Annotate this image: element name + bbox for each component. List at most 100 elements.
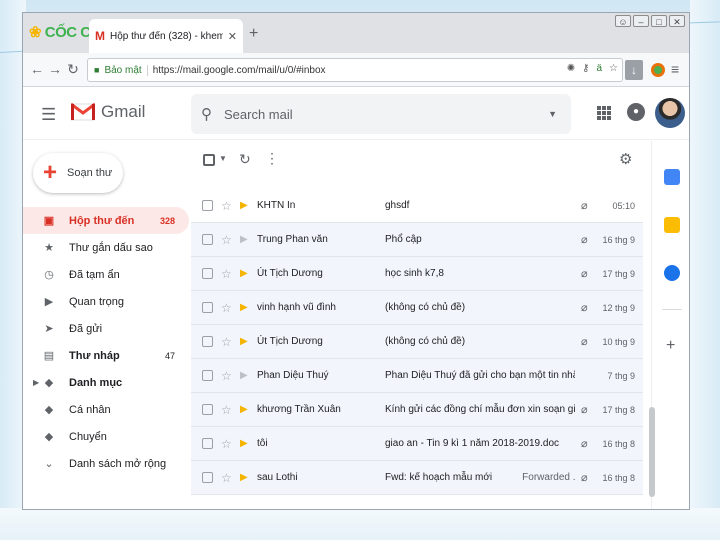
sidebar-item[interactable]: ◷ Đã tạm ẩn [23,261,189,288]
sidebar-item[interactable]: ⌄ Danh sách mở rộng [23,450,189,477]
download-icon[interactable]: ↓ [625,60,643,80]
sidebar-item[interactable]: ◆ Chuyển [23,423,189,450]
email-row[interactable]: ☆ ▶ Trung Phan văn Phổ cập ⌀ 16 thg 9 [191,223,643,257]
email-subject: giao an - Tin 9 kì 1 năm 2018-2019.doc [385,427,575,461]
reload-icon[interactable]: ↻ [65,61,81,78]
important-marker-icon[interactable]: ▶ [240,427,248,461]
important-marker-icon[interactable]: ▶ [240,189,248,223]
search-bar[interactable]: ⚲ Search mail ▼ [191,94,571,134]
search-options-icon[interactable]: ▼ [548,109,557,119]
row-checkbox[interactable] [202,438,213,449]
important-marker-icon[interactable]: ▶ [240,223,248,257]
compose-plus-icon: + [43,159,58,186]
browser-tab-gmail[interactable]: M Hộp thư đến (328) - khem ✕ [89,19,243,53]
maximize-button[interactable]: □ [651,15,667,27]
email-subject-text: Kính gửi các đồng chí mẫu đơn xin soạn g… [385,404,575,415]
row-checkbox[interactable] [202,404,213,415]
star-icon[interactable]: ☆ [221,359,232,393]
key-icon[interactable]: ⚷ [582,63,589,74]
sidebar-item[interactable]: ★ Thư gắn dấu sao [23,234,189,261]
inbox-icon: ▣ [43,215,55,227]
important-marker-icon[interactable]: ▶ [240,461,248,495]
browser-extension-icon[interactable] [651,63,665,77]
add-addon-icon[interactable]: + [666,337,675,355]
star-icon[interactable]: ☆ [221,291,232,325]
select-options-icon[interactable]: ▼ [219,154,227,163]
email-row[interactable]: ☆ ▶ Phan Diệu Thuý Phan Diệu Thuý đã gửi ch… [191,359,643,393]
email-subject: Phổ cập [385,223,575,257]
google-apps-icon[interactable] [597,106,611,120]
email-row[interactable]: ☆ ▶ tôi giao an - Tin 9 kì 1 năm 2018-2019.… [191,427,643,461]
important-marker-icon[interactable]: ▶ [240,393,248,427]
sidebar-item[interactable]: ➤ Đã gửi [23,315,189,342]
menu-icon[interactable]: ≡ [671,61,679,77]
email-row[interactable]: ☆ ▶ KHTN In ghsdf ⌀ 05:10 [191,189,643,223]
email-row[interactable]: ☆ ▶ khương Trần Xuân Kính gửi các đồng chí … [191,393,643,427]
sidebar-item[interactable]: ▶ Quan trọng [23,288,189,315]
more-options-icon[interactable]: ⋮ [265,150,279,167]
folder-list: ▣ Hộp thư đến 328 ★ Thư gắn dấu sao ◷ Đã tạm ẩ… [23,207,189,477]
star-icon[interactable]: ☆ [221,393,232,427]
search-input[interactable]: Search mail [224,107,536,122]
email-subject: học sinh k7,8 [385,257,575,291]
gmail-logo[interactable]: Gmail [71,102,145,122]
list-scrollbar[interactable] [649,407,655,497]
row-checkbox[interactable] [202,370,213,381]
list-toolbar: ▼ ↻ ⋮ ⚙ [191,141,641,181]
email-sender: Trung Phan văn [257,234,328,245]
tab-close-icon[interactable]: ✕ [228,30,237,43]
expand-caret-icon[interactable]: ▶ [33,378,39,387]
select-all-checkbox[interactable] [203,154,215,166]
translate-icon[interactable]: ä [596,63,602,74]
row-checkbox[interactable] [202,336,213,347]
address-bar[interactable]: ■ Bảo mật https://mail.google.com/mail/u… [87,58,623,82]
close-window-button[interactable]: ✕ [669,15,685,27]
clock-icon: ◷ [44,269,54,281]
sidebar-item[interactable]: ▣ Hộp thư đến 328 [23,207,189,234]
notifications-icon[interactable]: ● [627,103,645,121]
sidebar-item[interactable]: ▤ Thư nháp 47 [23,342,189,369]
avatar[interactable] [655,98,685,128]
sidebar-item[interactable]: ▶ ◆ Danh mục [23,369,189,396]
attachment-icon: ⌀ [581,268,588,280]
bookmark-star-icon[interactable]: ☆ [609,63,618,74]
refresh-icon[interactable]: ↻ [239,151,251,168]
email-subject-text: Phổ cập [385,234,422,245]
new-tab-button[interactable]: + [249,25,258,43]
main-menu-icon[interactable]: ☰ [41,105,56,125]
star-icon[interactable]: ☆ [221,257,232,291]
url-text[interactable]: https://mail.google.com/mail/u/0/#inbox [153,65,326,76]
sidebar-item[interactable]: ◆ Cá nhân [23,396,189,423]
keep-icon[interactable] [664,217,680,233]
forward-icon[interactable]: → [47,61,63,77]
star-icon[interactable]: ☆ [221,325,232,359]
star-icon[interactable]: ☆ [221,189,232,223]
email-row[interactable]: ☆ ▶ Út Tịch Dương (không có chủ đề) ⌀ 10 thg … [191,325,643,359]
back-icon[interactable]: ← [29,61,45,77]
row-checkbox[interactable] [202,472,213,483]
sidebar-item-label: Danh mục [69,376,123,389]
search-icon[interactable]: ⚲ [201,105,212,123]
email-row[interactable]: ☆ ▶ sau Lothi Fwd: kế hoạch mẫu mới Forwarde… [191,461,643,495]
important-marker-icon[interactable]: ▶ [240,325,248,359]
settings-gear-icon[interactable]: ⚙ [619,150,632,168]
row-checkbox[interactable] [202,234,213,245]
important-marker-icon[interactable]: ▶ [240,359,248,393]
important-marker-icon[interactable]: ▶ [240,291,248,325]
email-row[interactable]: ☆ ▶ Út Tịch Dương học sinh k7,8 ⌀ 17 thg 9 [191,257,643,291]
calendar-icon[interactable] [664,169,680,185]
extension-icon[interactable]: ✺ [567,63,575,74]
important-marker-icon[interactable]: ▶ [240,257,248,291]
email-subject-text: (không có chủ đề) [385,302,466,313]
row-checkbox[interactable] [202,302,213,313]
star-icon[interactable]: ☆ [221,461,232,495]
row-checkbox[interactable] [202,200,213,211]
row-checkbox[interactable] [202,268,213,279]
star-icon[interactable]: ☆ [221,223,232,257]
profile-icon[interactable]: ☺ [615,15,631,27]
compose-button[interactable]: + Soạn thư [33,153,123,193]
email-row[interactable]: ☆ ▶ vinh hạnh vũ đình (không có chủ đề) ⌀ 12 … [191,291,643,325]
tasks-icon[interactable] [664,265,680,281]
star-icon[interactable]: ☆ [221,427,232,461]
minimize-button[interactable]: – [633,15,649,27]
